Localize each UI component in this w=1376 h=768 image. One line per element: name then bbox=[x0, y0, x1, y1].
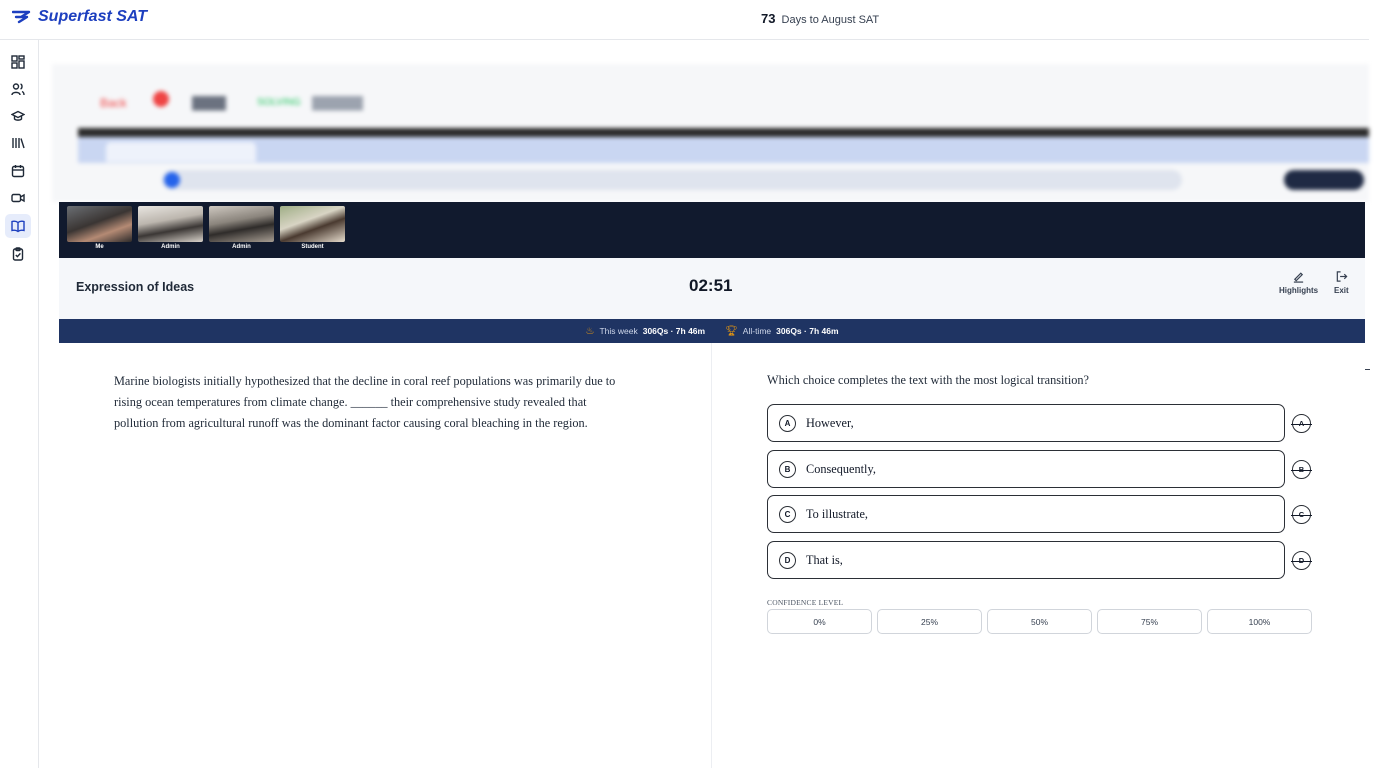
video-strip: Me Admin Admin Student bbox=[59, 202, 1365, 258]
blurred-tab bbox=[106, 142, 256, 162]
video-tile-admin[interactable] bbox=[138, 206, 203, 242]
choice-letter: A bbox=[779, 414, 796, 432]
choice-text: However, bbox=[806, 415, 854, 430]
weekly-stat: ♨ This week 306Qs · 7h 46m bbox=[585, 326, 705, 337]
graduation-cap-icon bbox=[11, 110, 25, 121]
sidebar-item-calendar[interactable] bbox=[5, 159, 31, 183]
blurred-tab-bar bbox=[78, 137, 1369, 163]
blurred-title: ██████ bbox=[312, 96, 364, 110]
answer-choice-c[interactable]: C To illustrate, bbox=[767, 495, 1285, 533]
answer-choice-b[interactable]: B Consequently, bbox=[767, 450, 1285, 488]
brand-logo[interactable]: Superfast SAT bbox=[12, 8, 147, 26]
blurred-status: SOLVING bbox=[257, 97, 301, 108]
highlighter-icon bbox=[1293, 272, 1304, 283]
choice-letter: D bbox=[779, 551, 796, 569]
sidebar-item-tasks[interactable] bbox=[5, 242, 31, 266]
countdown-days: 73 bbox=[761, 11, 776, 26]
blurred-profile bbox=[1284, 170, 1364, 190]
stats-bar: ♨ This week 306Qs · 7h 46m 🏆︎ All-time 3… bbox=[59, 319, 1365, 343]
top-bar: Superfast SAT 73 Days to August SAT bbox=[0, 0, 1369, 40]
timer: 02:51 bbox=[689, 276, 733, 295]
alltime-stat-value: 306Qs · 7h 46m bbox=[776, 326, 839, 336]
choice-letter: B bbox=[779, 460, 796, 478]
alltime-stat: 🏆︎ All-time 306Qs · 7h 46m bbox=[725, 326, 838, 337]
exit-icon bbox=[1336, 271, 1348, 282]
sidebar-item-courses[interactable] bbox=[5, 104, 31, 128]
video-tile-label: Admin bbox=[161, 244, 180, 250]
answer-choice-a[interactable]: A However, bbox=[767, 404, 1285, 442]
video-tile-label: Admin bbox=[232, 244, 251, 250]
calendar-icon bbox=[11, 165, 25, 178]
highlights-button[interactable]: Highlights bbox=[1279, 270, 1318, 295]
choice-text: Consequently, bbox=[806, 461, 876, 476]
dashboard-icon bbox=[11, 55, 25, 69]
brand-name: Superfast SAT bbox=[38, 8, 148, 25]
question-content: Marine biologists initially hypothesized… bbox=[59, 343, 1365, 768]
confidence-option-0[interactable]: 0% bbox=[767, 609, 872, 634]
confidence-option-100[interactable]: 100% bbox=[1207, 609, 1312, 634]
edge-cursor-mark bbox=[1365, 369, 1370, 370]
screen-share-view: Back ████ SOLVING ██████ Me Admin Admin … bbox=[52, 64, 1369, 768]
strike-choice-c-button[interactable]: C bbox=[1291, 505, 1312, 524]
sidebar-item-library[interactable] bbox=[5, 131, 31, 155]
panel-divider bbox=[711, 343, 712, 768]
strike-choice-b-button[interactable]: B bbox=[1291, 460, 1312, 479]
countdown-label: Days to August SAT bbox=[781, 14, 880, 26]
blurred-bar bbox=[78, 128, 1369, 137]
strike-choice-d-button[interactable]: D bbox=[1291, 551, 1312, 570]
blurred-browser-chrome: Back ████ SOLVING ██████ bbox=[52, 64, 1369, 202]
video-tile-student[interactable] bbox=[280, 206, 345, 242]
confidence-option-75[interactable]: 75% bbox=[1097, 609, 1202, 634]
passage-line: rising ocean temperatures from climate c… bbox=[114, 395, 587, 409]
sidebar-item-users[interactable] bbox=[5, 77, 31, 101]
confidence-option-50[interactable]: 50% bbox=[987, 609, 1092, 634]
choice-text: To illustrate, bbox=[806, 506, 868, 521]
clipboard-check-icon bbox=[12, 247, 24, 261]
quiz-header: Expression of Ideas 02:51 Highlights Exi… bbox=[59, 258, 1365, 319]
blurred-notification-dot bbox=[153, 91, 169, 107]
video-tile-admin[interactable] bbox=[209, 206, 274, 242]
choice-letter: C bbox=[779, 505, 796, 523]
exam-countdown: 73 Days to August SAT bbox=[761, 11, 879, 26]
video-icon bbox=[11, 193, 25, 203]
exit-button[interactable]: Exit bbox=[1334, 270, 1349, 295]
sidebar-item-practice[interactable] bbox=[5, 214, 31, 238]
weekly-stat-label: This week bbox=[599, 326, 638, 336]
question-prompt: Which choice completes the text with the… bbox=[767, 373, 1090, 387]
alltime-stat-label: All-time bbox=[742, 326, 772, 336]
video-tile-label: Me bbox=[95, 244, 104, 250]
video-tile-label: Student bbox=[301, 244, 324, 250]
blurred-favicon bbox=[164, 172, 180, 188]
passage-line: Marine biologists initially hypothesized… bbox=[114, 374, 616, 388]
trophy-icon: 🏆︎ bbox=[725, 325, 738, 337]
flame-icon: ♨ bbox=[585, 325, 595, 337]
strike-choice-a-button[interactable]: A bbox=[1291, 414, 1312, 433]
exit-label: Exit bbox=[1334, 286, 1349, 295]
passage-text: Marine biologists initially hypothesized… bbox=[114, 371, 654, 434]
choice-text: That is, bbox=[806, 552, 843, 567]
blurred-back-link: Back bbox=[100, 96, 127, 110]
weekly-stat-value: 306Qs · 7h 46m bbox=[642, 326, 706, 336]
book-open-icon bbox=[11, 220, 25, 233]
section-title: Expression of Ideas bbox=[76, 280, 195, 294]
blurred-user-name: ████ bbox=[192, 96, 227, 110]
passage-line: pollution from agricultural runoff was t… bbox=[114, 416, 588, 430]
library-icon bbox=[12, 138, 25, 149]
highlights-label: Highlights bbox=[1279, 286, 1319, 295]
sidebar bbox=[0, 40, 39, 768]
sidebar-item-video[interactable] bbox=[5, 186, 31, 210]
video-tile-me[interactable] bbox=[67, 206, 132, 242]
confidence-option-25[interactable]: 25% bbox=[877, 609, 982, 634]
logo-arrow-icon bbox=[12, 10, 31, 24]
sidebar-item-dashboard[interactable] bbox=[5, 50, 31, 74]
confidence-label: CONFIDENCE LEVEL bbox=[767, 598, 844, 607]
blurred-address-bar bbox=[162, 170, 1182, 190]
answer-choice-d[interactable]: D That is, bbox=[767, 541, 1285, 579]
users-icon bbox=[11, 83, 25, 96]
